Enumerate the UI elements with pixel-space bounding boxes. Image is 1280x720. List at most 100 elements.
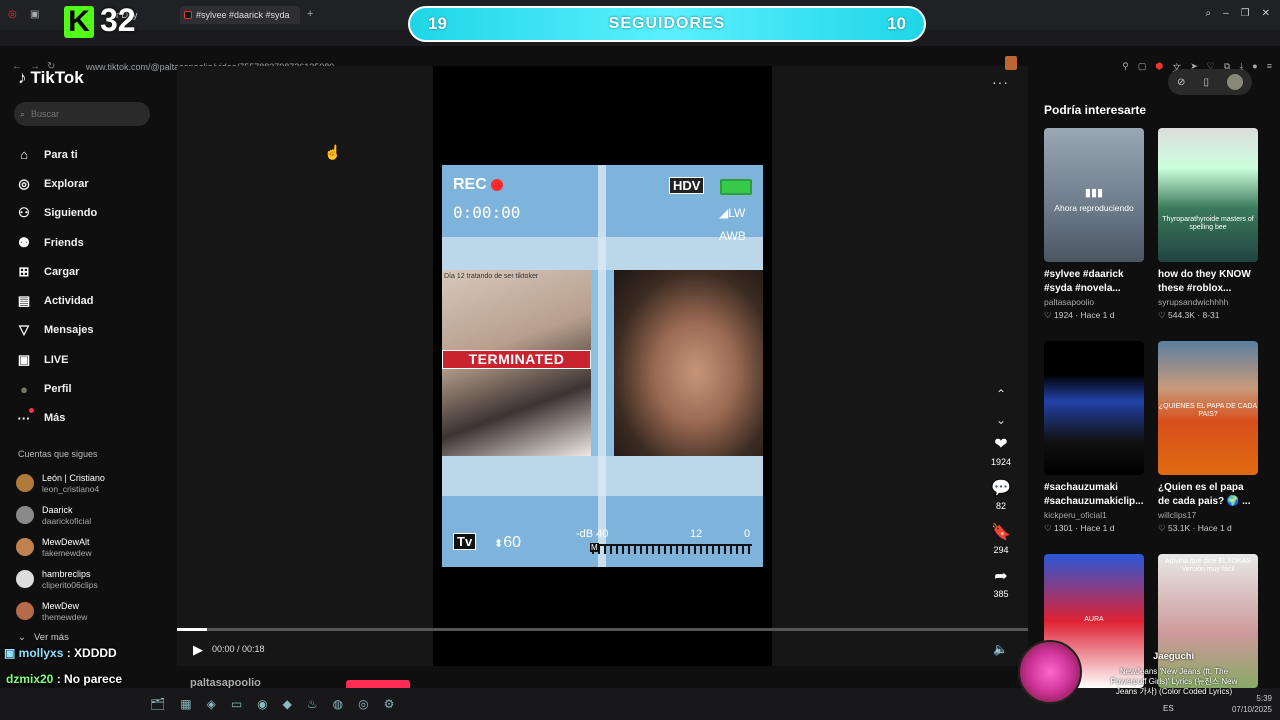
following-list: León | Cristiano leon_cristiano4 Daarick da… <box>16 467 105 627</box>
sidebar-item[interactable]: ⊞ Cargar <box>16 257 97 286</box>
audio-meter <box>592 544 752 554</box>
opera-logo-icon[interactable]: ◎ <box>8 9 17 20</box>
share-icon[interactable]: ➦ <box>985 568 1017 586</box>
following-account[interactable]: MewDewAlt fakemewdew <box>16 531 105 563</box>
search-box[interactable]: ⌕ <box>14 102 150 126</box>
video-thumbnail[interactable]: Thyroparathyroide masters of spelling be… <box>1158 128 1258 262</box>
video-author[interactable]: kickperu_oficial1 <box>1044 509 1144 522</box>
search-input[interactable] <box>31 109 132 119</box>
terminal-icon[interactable]: ▭ <box>231 697 242 711</box>
discord-icon[interactable]: ◍ <box>333 697 343 711</box>
stats-text: 1924 · Hace 1 d <box>1053 310 1115 320</box>
search-tabs-icon[interactable]: ⌕ <box>1205 8 1211 19</box>
pin-icon[interactable]: ⚲ <box>1122 61 1129 74</box>
sidebar-item[interactable]: ▤ Actividad <box>16 286 97 315</box>
app-icon[interactable]: ◆ <box>283 697 292 711</box>
profile-icon[interactable]: ● <box>1252 61 1257 74</box>
following-account[interactable]: Daarick daarickoficial <box>16 499 105 531</box>
video-thumbnail[interactable]: ¿QUIENES EL PAPA DE CADA PAIS? <box>1158 341 1258 475</box>
sidebar-item[interactable]: ⚇ Siguiendo <box>16 199 97 228</box>
menu-icon[interactable]: ≡ <box>1267 61 1272 74</box>
tv-badge: Tv <box>453 533 477 550</box>
video-frame[interactable]: REC 0:00:00 HDV ◢LW AWB Día 12 tratando … <box>442 165 763 567</box>
sidebar-item[interactable]: ··· Más <box>16 404 97 433</box>
goal-left-count: 19 <box>428 14 447 33</box>
tiktok-logo[interactable]: ♪ TikTok <box>18 68 84 88</box>
like-heart-icon[interactable]: ❤ <box>985 436 1017 454</box>
taskbar-apps: 🗂 ▦ ◈ ▭ ◉ ◆ ♨ ◍ ◎ ⚙ <box>150 697 394 711</box>
recommended-video[interactable]: ¿QUIENES EL PAPA DE CADA PAIS? ¿Quien es … <box>1158 341 1258 534</box>
sidebar-item[interactable]: ⌂ Para ti <box>16 140 97 169</box>
screenshot-icon[interactable]: ▢ <box>1138 61 1147 74</box>
close-icon[interactable]: ✕ <box>1262 8 1270 19</box>
steam-icon[interactable]: ♨ <box>307 697 318 711</box>
sidebar-item[interactable]: ⚉ Friends <box>16 228 97 257</box>
opera-icon[interactable]: ◎ <box>358 697 368 711</box>
video-progress-bar[interactable] <box>177 628 1028 631</box>
upload-icon: ⊞ <box>18 263 30 279</box>
video-title[interactable]: how do they KNOW these #roblox... <box>1158 268 1258 296</box>
tab-label: #sylvee #daarick #syda <box>196 10 290 20</box>
account-text: hambreclips cliperito06clips <box>42 569 98 590</box>
following-account[interactable]: MewDew themewdew <box>16 595 105 627</box>
video-divider <box>598 165 606 567</box>
language-indicator[interactable]: ES <box>1163 704 1174 713</box>
next-video-button[interactable]: ⌄ <box>985 410 1017 436</box>
stats-text: 544.3K · 8-31 <box>1167 310 1220 320</box>
creator-mini-avatar[interactable] <box>1005 56 1017 70</box>
see-more-button[interactable]: ⌄ Ver más <box>18 632 69 643</box>
store-icon[interactable]: ▦ <box>180 697 191 711</box>
video-author[interactable]: willclips17 <box>1158 509 1258 522</box>
live-icon: ▣ <box>17 351 31 367</box>
video-title[interactable]: #sylvee #daarick #syda #novela... <box>1044 268 1144 296</box>
account-text: MewDew themewdew <box>42 601 87 622</box>
phone-icon[interactable]: ▯ <box>1203 77 1209 88</box>
sidebar-item[interactable]: ▣ LIVE <box>16 345 97 374</box>
recommended-video[interactable]: Thyroparathyroide masters of spelling be… <box>1158 128 1258 321</box>
recommended-video[interactable]: ▮▮▮ Ahora reproduciendo #sylvee #daarick #… <box>1044 128 1144 321</box>
like-outline-icon: ♡ <box>1044 310 1054 320</box>
play-button[interactable]: ▶ <box>193 642 203 658</box>
logo-text: TikTok <box>30 68 84 87</box>
coin-icon[interactable]: ⊘ <box>1177 77 1185 88</box>
equalizer-icon: ▮▮▮ <box>1084 187 1104 199</box>
avatar <box>16 506 34 524</box>
video-thumbnail[interactable]: ▮▮▮ Ahora reproduciendo <box>1044 128 1144 262</box>
sidebar-item[interactable]: ▽ Mensajes <box>16 316 97 345</box>
explorer-icon[interactable]: 🗂 <box>150 697 165 711</box>
tiktok-note-icon: ♪ <box>18 68 27 87</box>
following-account[interactable]: León | Cristiano leon_cristiano4 <box>16 467 105 499</box>
volume-icon[interactable]: 🔈 <box>993 642 1008 656</box>
sidebar-item[interactable]: ◎ Explorar <box>16 169 97 198</box>
obs-icon[interactable]: ◉ <box>257 697 267 711</box>
shield-icon[interactable]: ⬢ <box>1155 61 1163 74</box>
tabs-menu-icon[interactable]: ▣ <box>30 9 39 20</box>
previous-video-button[interactable]: ⌃ <box>985 384 1017 410</box>
recommended-video[interactable]: #sachauzumaki #sachauzumakiclip... kickpe… <box>1044 341 1144 534</box>
video-author[interactable]: paltasapoolio <box>1044 296 1144 309</box>
video-title[interactable]: ¿Quien es el papa de cada pais? 🌍 ... <box>1158 481 1258 509</box>
vscode-icon[interactable]: ◈ <box>207 697 216 711</box>
settings-icon[interactable]: ⚙ <box>384 697 395 711</box>
album-art <box>1018 640 1082 704</box>
restore-icon[interactable]: ❐ <box>1241 8 1250 19</box>
video-author[interactable]: syrupsandwichhhh <box>1158 296 1258 309</box>
user-avatar[interactable] <box>1226 74 1243 90</box>
messages-icon: ▽ <box>19 322 29 338</box>
more-options-icon[interactable]: ··· <box>992 74 1009 90</box>
minimize-icon[interactable]: – <box>1223 8 1229 19</box>
comment-icon[interactable]: 💬 <box>985 480 1017 498</box>
new-tab-icon[interactable]: + <box>307 8 313 20</box>
timecode: 0:00:00 <box>453 203 521 222</box>
following-account[interactable]: hambreclips cliperito06clips <box>16 563 105 595</box>
bookmark-icon[interactable]: 🔖 <box>985 524 1017 542</box>
action-bar: ⌃ ⌄ ❤ 1924 💬 82 🔖 294 ➦ 385 <box>985 384 1017 612</box>
signal-icon: ◢ <box>719 206 729 220</box>
browser-tab-active[interactable]: #sylvee #daarick #syda <box>180 6 300 24</box>
screen: ◎ ▣ r Day #sylvee #daarick #syda + ⌕ – ❐… <box>0 0 1280 720</box>
awb-label: AWB <box>719 229 746 243</box>
video-title[interactable]: #sachauzumaki #sachauzumakiclip... <box>1044 481 1144 509</box>
sidebar-item[interactable]: ● Perfil <box>16 374 97 403</box>
video-thumbnail[interactable] <box>1044 341 1144 475</box>
stats-text: 1301 · Hace 1 d <box>1053 523 1115 533</box>
